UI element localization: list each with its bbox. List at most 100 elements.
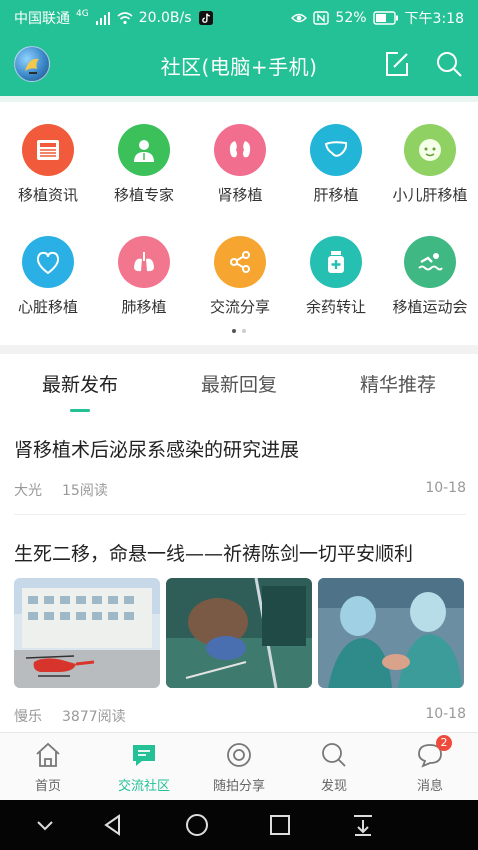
- page-indicator: [0, 329, 478, 333]
- eye-icon: [291, 13, 308, 23]
- post-reads: 3877阅读: [62, 709, 126, 725]
- nav-label: 交流社区: [117, 779, 170, 794]
- lungs-icon: [118, 236, 170, 288]
- system-nav-bar: [0, 800, 478, 850]
- post-date: 10-18: [425, 706, 466, 722]
- tab-featured[interactable]: 精华推荐: [318, 370, 478, 397]
- nav-item-discover[interactable]: 发现: [286, 741, 382, 794]
- category-medicine-transfer[interactable]: 余药转让: [288, 236, 384, 317]
- post-reads: 15阅读: [62, 483, 108, 499]
- category-heart-transplant[interactable]: 心脏移植: [0, 236, 96, 317]
- camera-icon: [225, 741, 253, 769]
- heart-icon: [22, 236, 74, 288]
- battery-percent-text: 52%: [335, 10, 367, 26]
- category-label: 移植资讯: [17, 186, 78, 204]
- edit-icon: [386, 52, 408, 76]
- doctor-icon: [118, 124, 170, 176]
- network-type-text: 4G: [76, 9, 89, 19]
- post-author: 慢乐: [14, 709, 42, 725]
- category-label: 肝移植: [313, 186, 359, 204]
- nav-item-community[interactable]: 交流社区: [96, 741, 192, 794]
- surgery-patient-photo[interactable]: [166, 578, 312, 688]
- category-label: 心脏移植: [17, 298, 78, 316]
- category-label: 小儿肝移植: [392, 186, 468, 204]
- hide-nav-button[interactable]: [32, 812, 58, 838]
- header-divider: [0, 96, 478, 102]
- swimming-icon: [404, 236, 456, 288]
- page-dot: [242, 329, 246, 333]
- category-label: 肾移植: [217, 186, 263, 204]
- edit-post-button[interactable]: [382, 49, 412, 79]
- home-icon: [34, 741, 62, 769]
- back-button[interactable]: [100, 812, 126, 838]
- category-liver-transplant[interactable]: 肝移植: [288, 124, 384, 205]
- message-badge: 2: [436, 735, 452, 751]
- category-exchange-share[interactable]: 交流分享: [192, 236, 288, 317]
- category-transplant-news[interactable]: 移植资讯: [0, 124, 96, 205]
- kidney-icon: [214, 124, 266, 176]
- post-meta: 大光 15阅读 10-18: [14, 480, 466, 500]
- battery-icon: [372, 11, 398, 25]
- search-icon: [437, 52, 462, 77]
- discover-search-icon: [320, 741, 348, 769]
- chevron-down-icon: [37, 821, 53, 831]
- post-item[interactable]: 肾移植术后泌尿系感染的研究进展 大光 15阅读 10-18: [14, 435, 466, 500]
- post-item[interactable]: 生死二移，命悬一线——祈祷陈剑一切平安顺利 慢乐 3877阅读 10-18: [14, 539, 466, 726]
- feed-tabs: 最新发布 最新回复 精华推荐: [0, 356, 478, 414]
- news-icon: [22, 124, 74, 176]
- nav-item-photo-share[interactable]: 随拍分享: [191, 741, 287, 794]
- category-label: 交流分享: [209, 298, 270, 316]
- surgeons-operating-photo[interactable]: [318, 578, 464, 688]
- wifi-icon: [117, 12, 133, 25]
- recent-square-icon: [270, 815, 290, 835]
- post-title[interactable]: 肾移植术后泌尿系感染的研究进展: [14, 435, 466, 462]
- nav-label: 消息: [416, 779, 443, 794]
- back-triangle-icon: [104, 814, 120, 836]
- post-author: 大光: [14, 483, 42, 499]
- liver-icon: [310, 124, 362, 176]
- section-divider: [0, 345, 478, 354]
- tiktok-icon: [198, 11, 213, 25]
- post-meta: 慢乐 3877阅读 10-18: [14, 706, 466, 726]
- category-kidney-transplant[interactable]: 肾移植: [192, 124, 288, 205]
- app-header: 社区(电脑+手机): [0, 34, 478, 96]
- home-system-button[interactable]: [184, 812, 210, 838]
- post-divider: [14, 514, 466, 515]
- recent-apps-button[interactable]: [267, 812, 293, 838]
- post-photos: [14, 578, 466, 688]
- clock-text: 下午3:18: [404, 11, 464, 27]
- network-speed-text: 20.0B/s: [138, 10, 192, 26]
- category-pediatric-liver-transplant[interactable]: 小儿肝移植: [382, 124, 478, 205]
- notification-pull-button[interactable]: [350, 812, 376, 838]
- search-button[interactable]: [434, 49, 464, 79]
- category-label: 肺移植: [121, 298, 167, 316]
- share-icon: [214, 236, 266, 288]
- post-title[interactable]: 生死二移，命悬一线——祈祷陈剑一切平安顺利: [14, 539, 466, 566]
- category-label: 移植专家: [113, 186, 174, 204]
- category-transplant-games[interactable]: 移植运动会: [382, 236, 478, 317]
- helicopter-hospital-photo[interactable]: [14, 578, 160, 688]
- tab-latest-replies[interactable]: 最新回复: [159, 370, 319, 397]
- nav-item-messages[interactable]: 2 消息: [382, 735, 478, 794]
- chat-icon: [130, 741, 158, 769]
- signal-icon: [95, 12, 110, 25]
- nav-label: 发现: [320, 779, 347, 794]
- pull-down-icon: [354, 815, 372, 836]
- category-label: 余药转让: [305, 298, 366, 316]
- tab-latest-posts[interactable]: 最新发布: [0, 370, 160, 397]
- page-dot-active: [232, 329, 236, 333]
- category-transplant-experts[interactable]: 移植专家: [96, 124, 192, 205]
- bottom-nav: 首页 交流社区 随拍分享 发现 2 消息: [0, 732, 478, 800]
- nav-item-home[interactable]: 首页: [0, 741, 96, 794]
- baby-face-icon: [404, 124, 456, 176]
- category-lung-transplant[interactable]: 肺移植: [96, 236, 192, 317]
- home-circle-icon: [186, 814, 208, 836]
- nav-label: 首页: [34, 779, 61, 794]
- carrier-text: 中国联通: [14, 11, 70, 27]
- active-tab-indicator: [70, 409, 90, 412]
- message-icon: 2: [416, 735, 452, 769]
- medicine-icon: [310, 236, 362, 288]
- nfc-icon: [313, 11, 330, 25]
- status-bar: 中国联通 4G 20.0B/s 52% 下午3:18: [0, 0, 478, 34]
- nav-label: 随拍分享: [212, 779, 265, 794]
